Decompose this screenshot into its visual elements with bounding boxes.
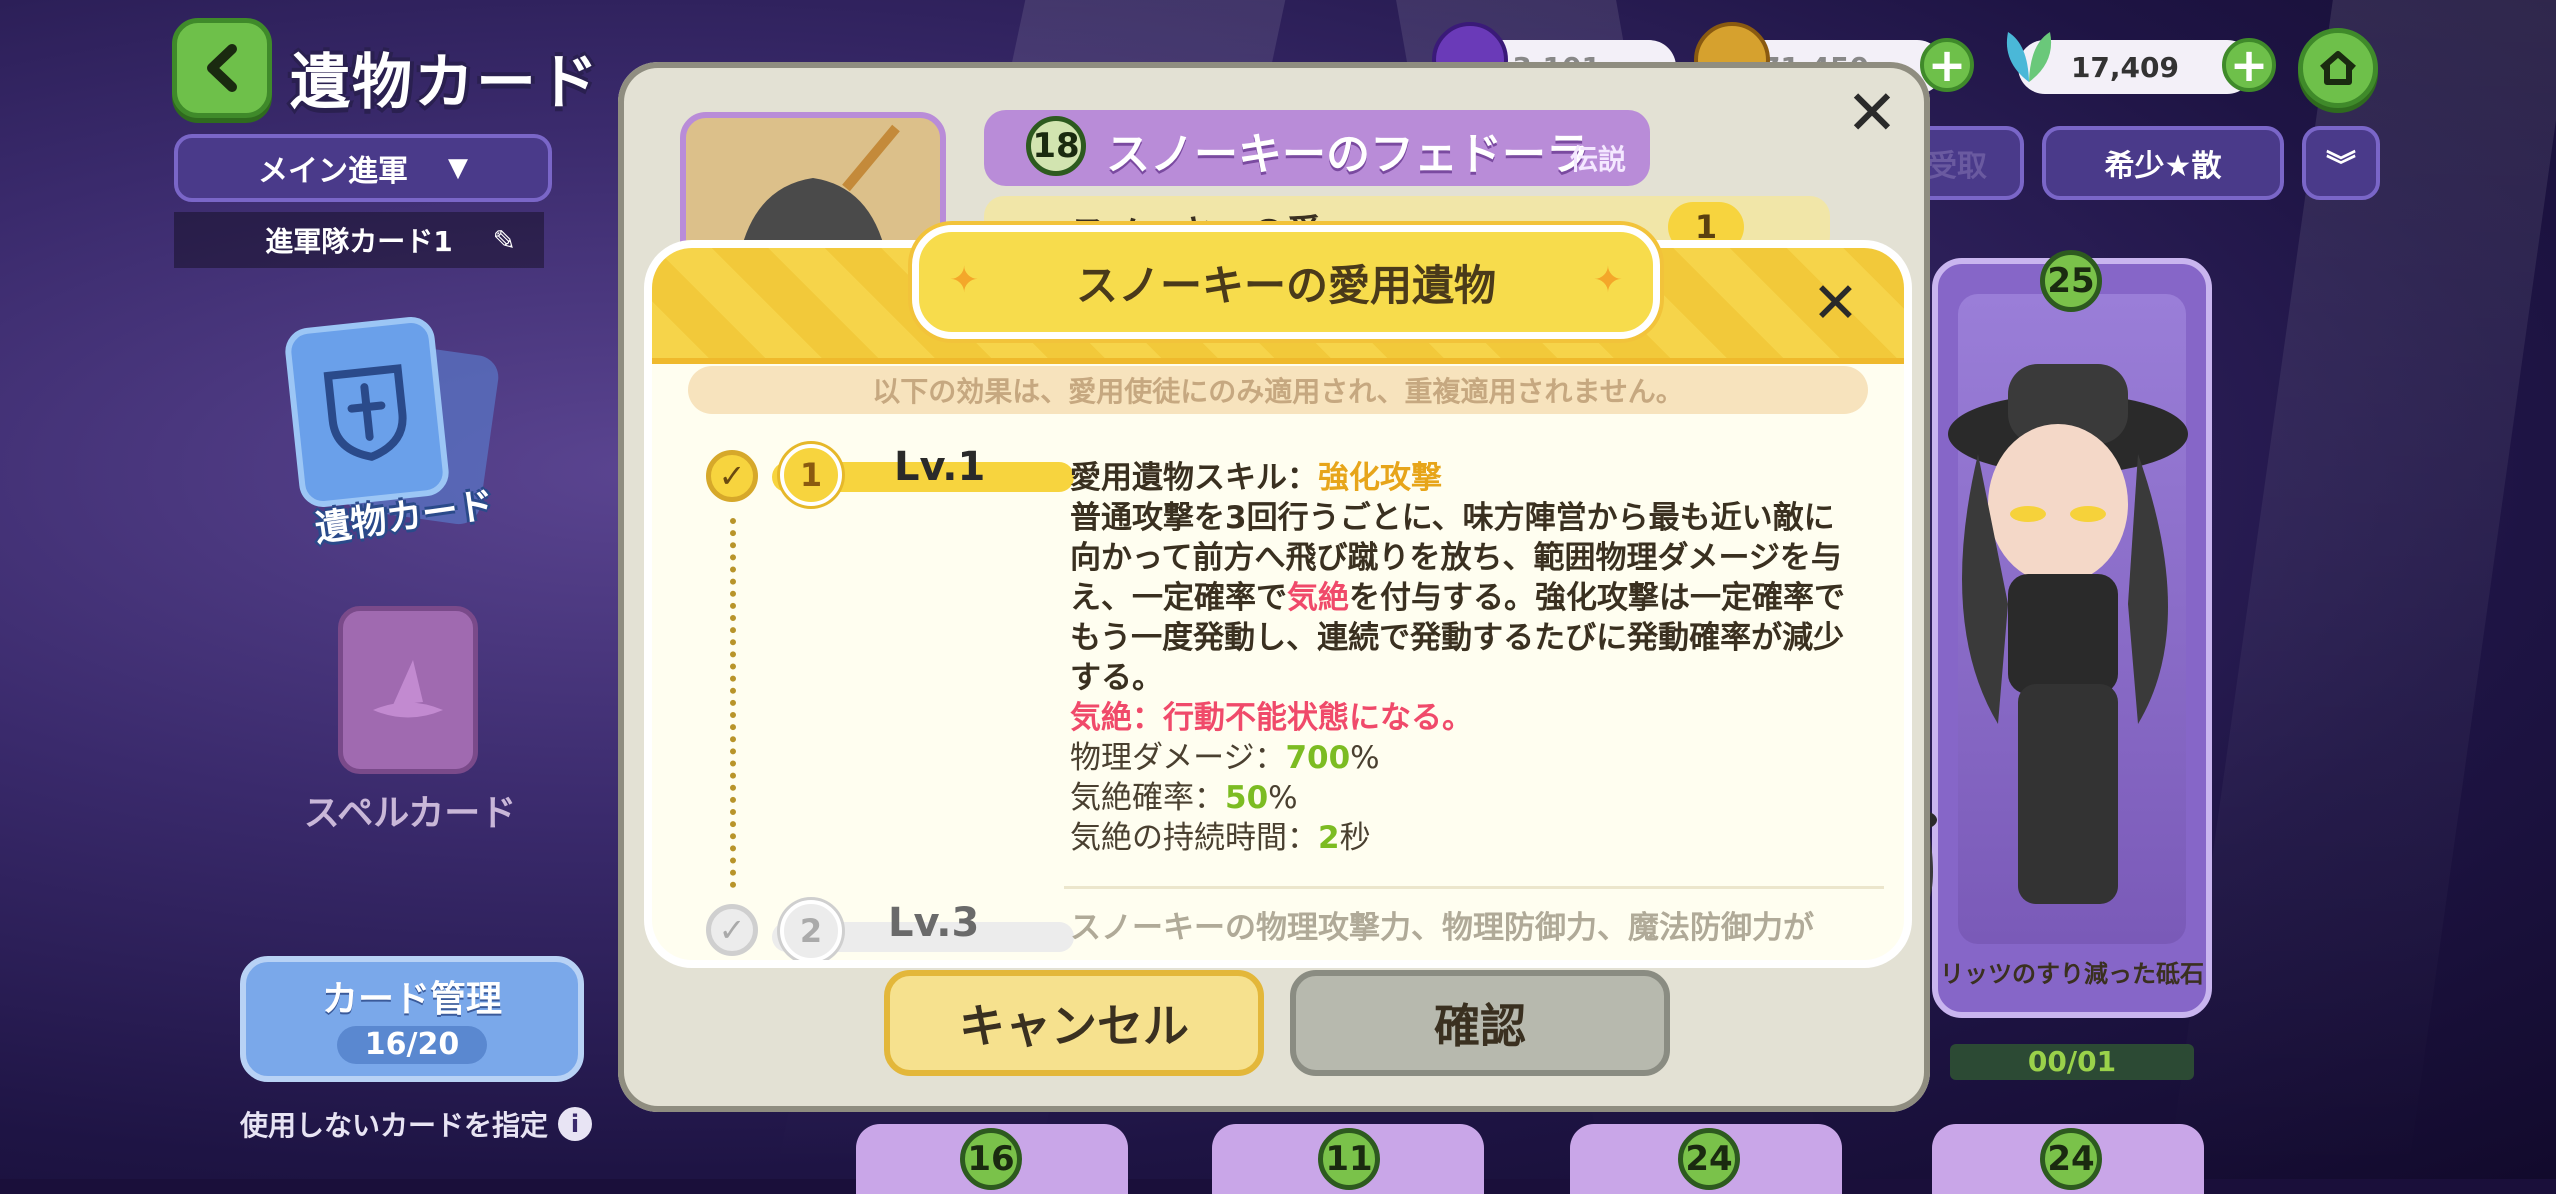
skill-desc: 普通攻撃を3回行うごとに、味方陣営から最も近い敵に向かって前方へ飛び蹴りを放ち、… [1070, 498, 1860, 698]
pencil-icon[interactable]: ✎ [493, 224, 516, 257]
stat-value: 700 [1285, 740, 1351, 776]
collapse-button[interactable]: ︾ [2302, 126, 2380, 200]
spell-card-tab[interactable]: スペルカード [300, 606, 520, 836]
skill-name: 強化攻撃 [1318, 460, 1442, 496]
stat-unit: 秒 [1339, 820, 1371, 856]
currency-leaf-value: 17,409 [2070, 50, 2179, 84]
level-1-check-icon: ✓ [706, 450, 758, 502]
double-chevron-down-icon: ︾ [2326, 149, 2356, 184]
level-1-badge: 1 [780, 444, 842, 506]
confirm-button[interactable]: 確認 [1290, 970, 1670, 1076]
triangle-down-icon: ▼ [448, 153, 468, 183]
receive-filter-label: 受取 [1927, 149, 1987, 184]
card-slot-level: 11 [1318, 1128, 1380, 1190]
chevron-left-icon [207, 44, 237, 92]
exclusive-relic-modal: 以下の効果は、愛用使徒にのみ適用され、重複適用されません。 ✓ 1 Lv.1 愛… [652, 248, 1904, 960]
star-icon: ✦ [949, 260, 980, 301]
relic-header: 18 スノーキーのフェドーラ 伝説 [984, 110, 1650, 186]
formation-selector[interactable]: 進軍隊カード1 ✎ [174, 212, 544, 268]
relic-level-badge: 18 [1026, 116, 1086, 176]
level-1-label: Lv.1 [894, 444, 986, 490]
stat-label: 気絶確率： [1070, 780, 1225, 816]
info-icon[interactable]: i [558, 1107, 593, 1141]
witch-hat-icon [338, 606, 478, 774]
unused-card-setting[interactable]: 使用しないカードを指定 i [240, 1104, 593, 1144]
home-button[interactable] [2298, 28, 2378, 108]
level-1-description: 愛用遺物スキル：強化攻撃 普通攻撃を3回行うごとに、味方陣営から最も近い敵に向か… [1070, 458, 1860, 858]
confirm-button-label: 確認 [1434, 999, 1526, 1053]
level-2-check-icon: ✓ [706, 904, 758, 956]
level-2-label: Lv.3 [888, 900, 980, 946]
stat-row: 気絶の持続時間：2秒 [1070, 818, 1860, 858]
stat-unit: % [1350, 740, 1380, 776]
stun-note: 気絶：行動不能状態になる。 [1070, 700, 1473, 736]
relic-owner-level: 1 [1668, 202, 1744, 252]
leaf-icon [1994, 22, 2064, 90]
sort-dropdown-label: 希少★散 [2104, 149, 2222, 184]
card-level-badge: 25 [2040, 250, 2102, 312]
stat-label: 物理ダメージ： [1070, 740, 1286, 776]
card-slot-level: 16 [960, 1128, 1022, 1190]
skill-prefix: 愛用遺物スキル： [1070, 460, 1318, 496]
relic-card-ritz[interactable]: 25 リッツのすり減った砥石 [1932, 250, 2212, 1018]
stat-value: 2 [1318, 820, 1340, 856]
spell-card-label: スペルカード [303, 793, 517, 834]
star-icon: ✦ [1592, 260, 1623, 301]
level-connector [730, 518, 736, 888]
sort-dropdown[interactable]: 希少★散 [2042, 126, 2284, 200]
card-progress: 00/01 [1950, 1044, 2194, 1080]
stat-row: 物理ダメージ：700% [1070, 738, 1860, 778]
formation-label: 進軍隊カード1 [265, 225, 453, 258]
stat-row: 気絶確率：50% [1070, 778, 1860, 818]
modal-close-icon[interactable]: ✕ [1812, 276, 1859, 332]
modal-title: スノーキーの愛用遺物 [1075, 260, 1496, 310]
skill-desc-red: 気絶 [1287, 580, 1349, 616]
add-leaf-button[interactable]: + [2222, 38, 2276, 92]
card-manage-count: 16/20 [337, 1026, 487, 1064]
unused-card-label: 使用しないカードを指定 [240, 1109, 549, 1142]
home-icon [2320, 51, 2356, 85]
relic-rarity: 伝説 [1570, 143, 1627, 176]
relic-name: スノーキーのフェドーラ [1106, 129, 1590, 180]
add-coin-button[interactable]: + [1920, 38, 1974, 92]
card-slot-level: 24 [2040, 1128, 2102, 1190]
modal-notice: 以下の効果は、愛用使徒にのみ適用され、重複適用されません。 [688, 366, 1868, 414]
skill-line: 愛用遺物スキル：強化攻撃 [1070, 458, 1860, 498]
stat-unit: % [1268, 780, 1298, 816]
cancel-button-label: キャンセル [959, 999, 1189, 1053]
relic-card-tab[interactable]: 遺物カード [283, 314, 520, 558]
card-manage-label: カード管理 [321, 979, 502, 1020]
card-name: リッツのすり減った砥石 [1940, 960, 2204, 988]
card-manage-button[interactable]: カード管理 16/20 [240, 956, 584, 1082]
mode-dropdown[interactable]: メイン進軍 ▼ [174, 134, 552, 202]
shield-icon [283, 314, 451, 510]
close-icon[interactable]: ✕ [1846, 82, 1898, 144]
cancel-button[interactable]: キャンセル [884, 970, 1264, 1076]
stat-value: 50 [1225, 780, 1269, 816]
modal-title-plate: ✦ スノーキーの愛用遺物 ✦ [912, 225, 1660, 339]
level-2-badge: 2 [780, 900, 842, 960]
back-button[interactable] [172, 18, 272, 118]
stat-label: 気絶の持続時間： [1070, 820, 1318, 856]
level-2-description: スノーキーの物理攻撃力、物理防御力、魔法防御力が [1070, 910, 1814, 946]
card-slot-level: 24 [1678, 1128, 1740, 1190]
page-title: 遺物カード [290, 48, 600, 118]
mode-dropdown-label: メイン進軍 [258, 154, 408, 189]
divider [1064, 886, 1884, 889]
